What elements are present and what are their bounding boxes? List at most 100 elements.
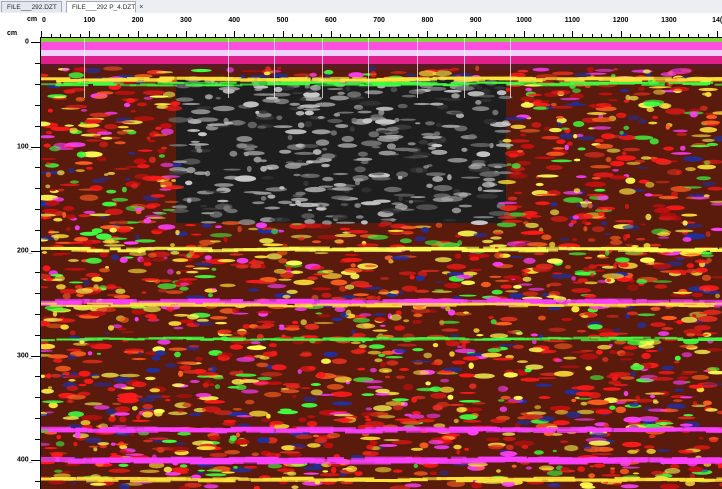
x-tick-label: 800 bbox=[421, 17, 434, 24]
x-minor-tick bbox=[224, 34, 226, 37]
x-minor-tick bbox=[610, 34, 612, 37]
x-minor-tick bbox=[398, 34, 400, 37]
x-minor-tick bbox=[253, 34, 255, 37]
y-minor-tick bbox=[35, 292, 40, 294]
y-minor-tick bbox=[35, 62, 40, 64]
tab-label: FILE___292.DZT bbox=[7, 4, 57, 11]
tab-label: FILE___292 P_4.DZT bbox=[72, 4, 136, 11]
y-minor-tick bbox=[35, 397, 40, 399]
x-minor-tick bbox=[504, 34, 506, 37]
y-minor-tick bbox=[35, 439, 40, 441]
x-tick-label: 1000 bbox=[516, 17, 532, 24]
x-tick-label: 700 bbox=[373, 17, 385, 24]
x-minor-tick bbox=[50, 34, 52, 37]
x-minor-tick bbox=[639, 34, 641, 37]
x-minor-tick bbox=[359, 34, 361, 37]
y-minor-tick bbox=[35, 188, 40, 190]
x-minor-tick bbox=[118, 34, 120, 37]
x-minor-tick bbox=[214, 34, 216, 37]
y-minor-tick bbox=[35, 313, 40, 315]
x-tick-label: 300 bbox=[180, 17, 192, 24]
x-tick-label: 200 bbox=[131, 17, 144, 24]
y-minor-tick bbox=[35, 376, 40, 378]
tab-file-292-p4[interactable]: FILE___292 P_4.DZT × bbox=[66, 1, 143, 13]
x-minor-tick bbox=[495, 34, 497, 37]
y-tick bbox=[31, 251, 40, 252]
y-unit-label: cm bbox=[7, 30, 18, 37]
x-tick-label: 500 bbox=[276, 17, 289, 24]
x-minor-tick bbox=[301, 34, 303, 37]
x-minor-tick bbox=[292, 34, 294, 37]
x-tick-label: 14( bbox=[712, 17, 722, 24]
x-minor-tick bbox=[562, 34, 564, 37]
x-tick bbox=[330, 31, 332, 37]
x-tick bbox=[137, 31, 139, 37]
y-minor-tick bbox=[35, 230, 40, 232]
x-minor-tick bbox=[272, 34, 274, 37]
y-minor-tick bbox=[35, 209, 40, 211]
x-tick-label: 1100 bbox=[564, 17, 580, 24]
y-minor-tick bbox=[35, 418, 40, 420]
tab-bar: FILE___292.DZT FILE___292 P_4.DZT × bbox=[0, 0, 722, 14]
radargram-view[interactable] bbox=[41, 38, 722, 489]
x-minor-tick bbox=[69, 34, 71, 37]
x-tick-label: 100 bbox=[83, 17, 96, 24]
x-minor-tick bbox=[98, 34, 100, 37]
x-tick bbox=[185, 31, 187, 37]
y-minor-tick bbox=[35, 334, 40, 336]
x-tick bbox=[379, 31, 381, 37]
x-tick bbox=[41, 31, 42, 37]
x-minor-tick bbox=[108, 34, 110, 37]
x-minor-tick bbox=[147, 34, 149, 37]
x-tick bbox=[427, 31, 429, 37]
x-minor-tick bbox=[552, 34, 554, 37]
x-minor-tick bbox=[601, 34, 603, 37]
x-tick bbox=[620, 31, 622, 37]
x-minor-tick bbox=[456, 34, 458, 37]
x-tick bbox=[234, 31, 236, 37]
x-tick-label: 400 bbox=[228, 17, 241, 24]
x-minor-tick bbox=[408, 34, 410, 37]
x-minor-tick bbox=[417, 34, 419, 37]
x-minor-tick bbox=[176, 34, 178, 37]
x-minor-tick bbox=[466, 34, 468, 37]
x-tick-label: 1200 bbox=[612, 17, 629, 24]
x-tick bbox=[524, 31, 525, 37]
x-tick bbox=[668, 31, 670, 37]
x-minor-tick bbox=[156, 34, 158, 37]
y-tick bbox=[31, 42, 40, 43]
x-minor-tick bbox=[350, 34, 352, 37]
x-minor-tick bbox=[649, 34, 651, 37]
y-minor-tick bbox=[35, 167, 40, 169]
tab-file-292[interactable]: FILE___292.DZT bbox=[1, 1, 62, 12]
x-minor-tick bbox=[437, 34, 439, 37]
x-tick-label: 900 bbox=[469, 17, 482, 24]
x-minor-tick bbox=[195, 34, 197, 37]
x-minor-tick bbox=[60, 34, 62, 37]
x-minor-tick bbox=[697, 34, 699, 37]
x-minor-tick bbox=[263, 34, 265, 37]
x-minor-tick bbox=[369, 34, 371, 37]
x-tick bbox=[475, 31, 477, 37]
y-minor-tick bbox=[35, 104, 40, 106]
y-tick bbox=[31, 460, 40, 461]
y-minor-tick bbox=[35, 271, 40, 273]
x-minor-tick bbox=[243, 34, 245, 37]
x-minor-tick bbox=[446, 34, 448, 37]
x-tick bbox=[89, 31, 91, 37]
x-minor-tick bbox=[79, 34, 81, 37]
x-minor-tick bbox=[485, 34, 487, 37]
y-minor-tick bbox=[35, 480, 40, 482]
y-tick bbox=[31, 146, 40, 148]
x-minor-tick bbox=[543, 34, 545, 37]
x-minor-tick bbox=[388, 34, 390, 37]
x-minor-tick bbox=[707, 34, 709, 37]
x-tick bbox=[572, 31, 574, 37]
x-minor-tick bbox=[533, 34, 535, 37]
x-tick bbox=[282, 31, 284, 37]
close-icon[interactable]: × bbox=[139, 4, 143, 11]
x-unit-label: cm bbox=[27, 16, 38, 23]
x-minor-tick bbox=[581, 34, 583, 37]
x-minor-tick bbox=[678, 34, 680, 37]
y-tick bbox=[31, 355, 40, 357]
